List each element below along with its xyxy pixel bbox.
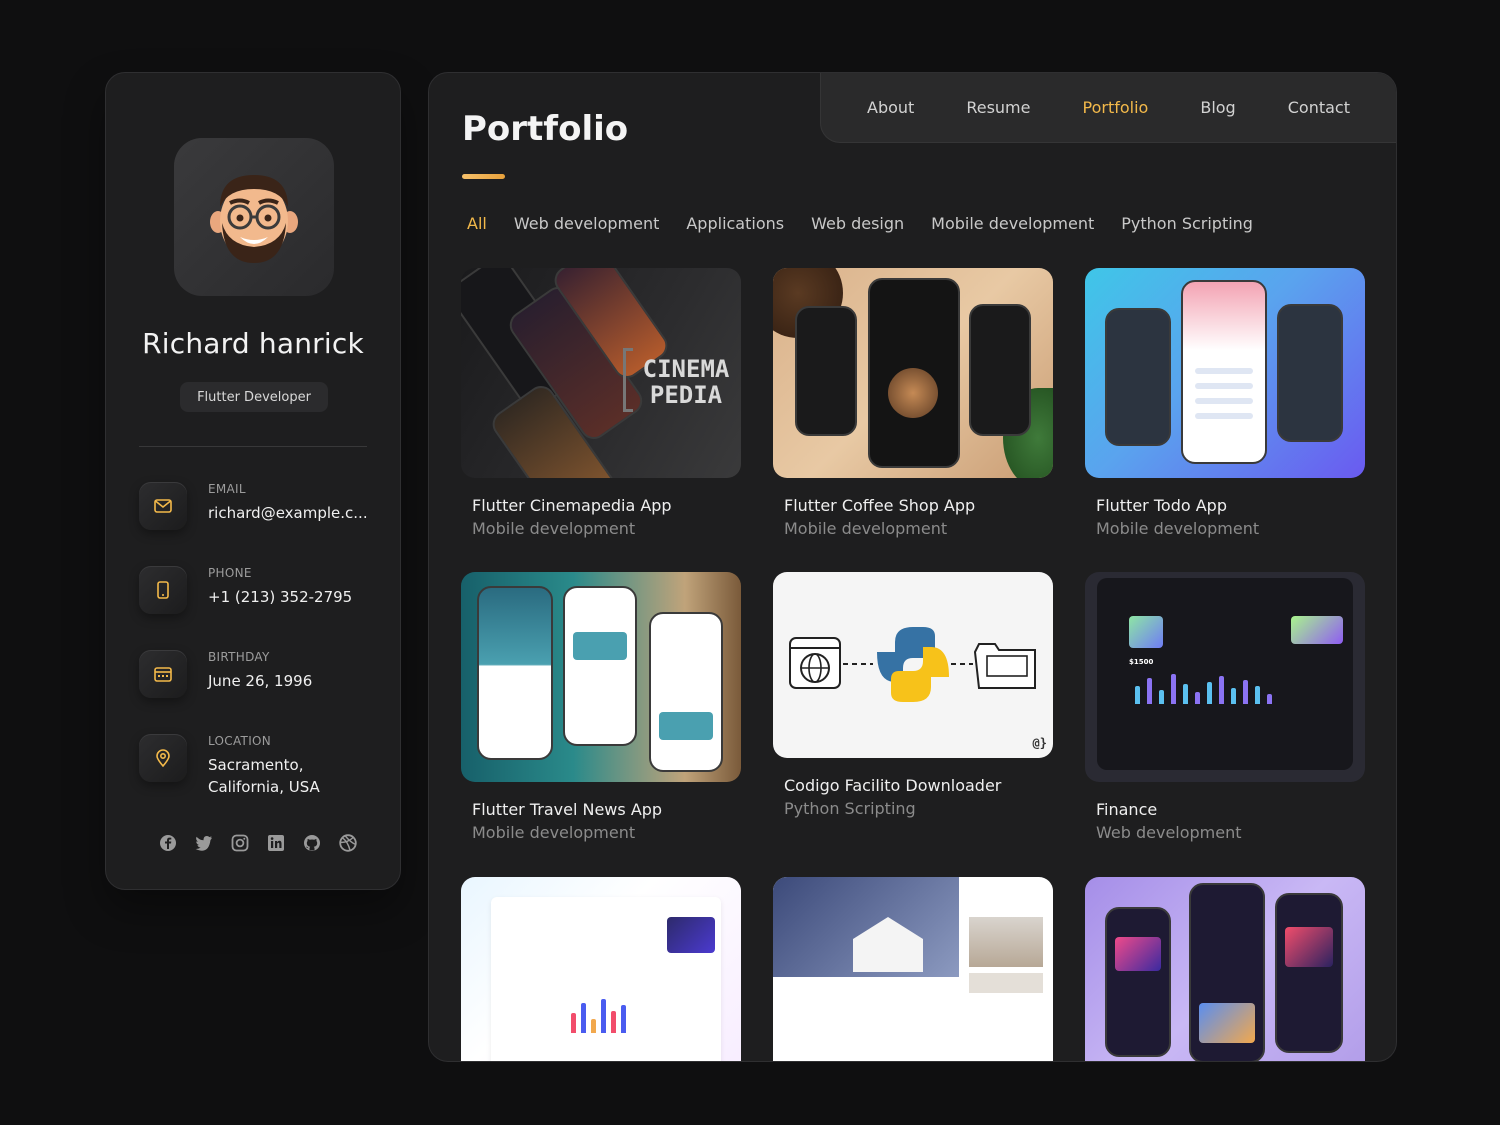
- mail-icon: [154, 499, 172, 513]
- project-title[interactable]: Flutter Travel News App: [461, 800, 741, 819]
- filter-web-development[interactable]: Web development: [514, 214, 660, 233]
- email-link[interactable]: richard@example.c...: [208, 502, 368, 524]
- profile-sidebar: Richard hanrick Flutter Developer EMAIL …: [105, 72, 401, 890]
- page-title: Portfolio: [462, 109, 629, 149]
- project-category: Mobile development: [784, 519, 948, 538]
- project-title[interactable]: Flutter Cinemapedia App: [461, 496, 741, 515]
- dribbble-icon[interactable]: [338, 833, 358, 853]
- profile-name: Richard hanrick: [142, 327, 364, 360]
- project-card[interactable]: $1500 Finance Web development: [1085, 572, 1365, 842]
- project-category: Mobile development: [472, 823, 636, 842]
- instagram-icon[interactable]: [230, 833, 250, 853]
- location-icon-box: [139, 734, 187, 782]
- category-filters: All Web development Applications Web des…: [467, 214, 1253, 233]
- github-icon[interactable]: [302, 833, 322, 853]
- contact-email: EMAIL richard@example.c...: [139, 482, 368, 530]
- project-title[interactable]: Flutter Todo App: [1085, 496, 1365, 515]
- nav-resume[interactable]: Resume: [966, 98, 1030, 117]
- social-links: [158, 833, 358, 853]
- project-card[interactable]: [461, 877, 741, 1061]
- project-category: Mobile development: [1096, 519, 1260, 538]
- linkedin-icon[interactable]: [266, 833, 286, 853]
- location-pin-icon: [156, 749, 170, 767]
- filter-mobile-development[interactable]: Mobile development: [931, 214, 1094, 233]
- project-thumbnail[interactable]: @}: [773, 572, 1053, 758]
- birthday-value: June 26, 1996: [208, 672, 313, 690]
- filter-web-design[interactable]: Web design: [811, 214, 904, 233]
- location-value: Sacramento, California, USA: [208, 756, 320, 796]
- project-category: Web development: [1096, 823, 1242, 842]
- contact-birthday: BIRTHDAY June 26, 1996: [139, 650, 368, 698]
- contact-phone: PHONE +1 (213) 352-2795: [139, 566, 368, 614]
- mail-icon-box: [139, 482, 187, 530]
- sidebar-divider: [139, 446, 367, 447]
- filter-python-scripting[interactable]: Python Scripting: [1121, 214, 1253, 233]
- cinemapedia-logo: CINEMA PEDIA: [642, 355, 730, 409]
- phone-icon: [157, 581, 169, 599]
- project-category: Python Scripting: [784, 799, 916, 818]
- nav-blog[interactable]: Blog: [1200, 98, 1235, 117]
- project-card[interactable]: @} Codigo Facilito Downloader Python Scr…: [773, 572, 1053, 818]
- contact-label: BIRTHDAY: [208, 650, 270, 664]
- project-category: Mobile development: [472, 519, 636, 538]
- project-thumbnail[interactable]: [1085, 877, 1365, 1061]
- project-title[interactable]: Finance: [1085, 800, 1365, 819]
- twitter-icon[interactable]: [194, 833, 214, 853]
- project-thumbnail[interactable]: [773, 268, 1053, 478]
- avatar: [174, 138, 334, 296]
- project-thumbnail[interactable]: $1500: [1085, 572, 1365, 782]
- memoji-avatar-icon: [210, 175, 298, 263]
- filter-all[interactable]: All: [467, 214, 487, 233]
- project-card[interactable]: Flutter Todo App Mobile development: [1085, 268, 1365, 538]
- project-card[interactable]: Flutter Travel News App Mobile developme…: [461, 572, 741, 842]
- project-thumbnail[interactable]: [461, 572, 741, 782]
- project-thumbnail[interactable]: [773, 877, 1053, 1061]
- filter-applications[interactable]: Applications: [686, 214, 784, 233]
- project-thumbnail[interactable]: [461, 877, 741, 1061]
- contact-label: LOCATION: [208, 734, 272, 748]
- project-card[interactable]: [773, 877, 1053, 1061]
- project-title[interactable]: Flutter Coffee Shop App: [773, 496, 1053, 515]
- calendar-icon-box: [139, 650, 187, 698]
- title-underline: [462, 174, 505, 179]
- phone-link[interactable]: +1 (213) 352-2795: [208, 586, 368, 608]
- project-card[interactable]: [1085, 877, 1365, 1061]
- phone-icon-box: [139, 566, 187, 614]
- project-title[interactable]: Codigo Facilito Downloader: [773, 776, 1053, 795]
- facebook-icon[interactable]: [158, 833, 178, 853]
- finance-balance: $1500: [1129, 658, 1154, 666]
- project-card[interactable]: CINEMA PEDIA Flutter Cinemapedia App Mob…: [461, 268, 741, 538]
- top-navbar: About Resume Portfolio Blog Contact: [820, 73, 1396, 143]
- codigo-facilito-logo: @}: [1032, 736, 1047, 750]
- portfolio-panel: About Resume Portfolio Blog Contact Port…: [428, 72, 1397, 1062]
- role-badge: Flutter Developer: [180, 382, 328, 412]
- calendar-icon: [154, 667, 172, 682]
- contact-location: LOCATION Sacramento, California, USA: [139, 734, 368, 798]
- project-card[interactable]: Flutter Coffee Shop App Mobile developme…: [773, 268, 1053, 538]
- project-thumbnail[interactable]: CINEMA PEDIA: [461, 268, 741, 478]
- contact-label: PHONE: [208, 566, 252, 580]
- project-thumbnail[interactable]: [1085, 268, 1365, 478]
- contact-label: EMAIL: [208, 482, 246, 496]
- nav-contact[interactable]: Contact: [1288, 98, 1350, 117]
- nav-portfolio[interactable]: Portfolio: [1083, 98, 1149, 117]
- nav-about[interactable]: About: [867, 98, 914, 117]
